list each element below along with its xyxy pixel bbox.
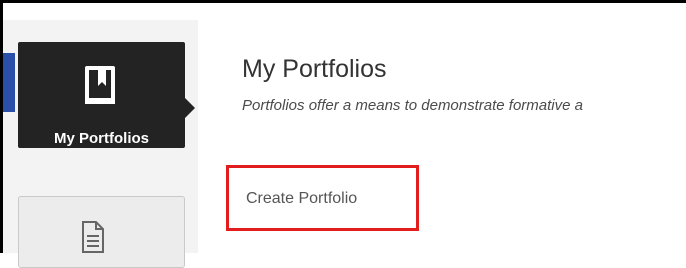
create-portfolio-button[interactable]: Create Portfolio — [226, 165, 419, 231]
nav-item-label: My Portfolios — [53, 130, 149, 147]
document-icon — [82, 221, 104, 253]
active-indicator — [3, 53, 15, 112]
page-description: Portfolios offer a means to demonstrate … — [242, 97, 583, 114]
page-title: My Portfolios — [242, 55, 387, 83]
create-portfolio-label: Create Portfolio — [246, 190, 358, 207]
active-pointer-arrow — [185, 98, 195, 118]
book-icon — [85, 66, 115, 104]
